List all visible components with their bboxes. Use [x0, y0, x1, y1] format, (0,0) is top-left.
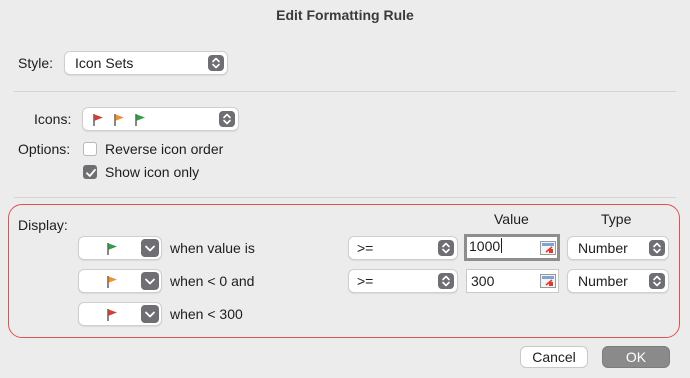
reverse-icon-order-checkbox[interactable]	[83, 142, 97, 156]
orange-flag-icon	[114, 114, 124, 126]
stepper-icon	[219, 111, 235, 127]
style-popup-value: Icon Sets	[75, 55, 134, 71]
icons-label: Icons:	[34, 111, 72, 127]
ok-button[interactable]: OK	[602, 346, 670, 368]
cell-reference-icon[interactable]	[540, 274, 556, 288]
rule-1-operator: >=	[357, 240, 374, 256]
style-label: Style:	[18, 55, 54, 71]
dialog-title: Edit Formatting Rule	[276, 7, 414, 23]
rule-3-condition: when < 300	[170, 306, 243, 322]
rule-2-operator-popup[interactable]: >=	[348, 269, 458, 293]
stepper-icon	[649, 273, 665, 289]
rule-2-value-field[interactable]: 300	[466, 269, 559, 293]
style-popup[interactable]: Icon Sets	[64, 51, 228, 75]
cell-reference-icon[interactable]	[540, 241, 556, 255]
type-column-header: Type	[601, 211, 632, 227]
text-caret	[501, 238, 503, 253]
green-flag-icon	[135, 114, 145, 126]
divider	[14, 91, 676, 92]
stepper-icon	[208, 55, 224, 71]
rule-3-icon-popup[interactable]	[78, 302, 162, 326]
chevron-down-icon	[141, 272, 159, 290]
rule-1-type-popup[interactable]: Number	[567, 236, 669, 260]
rule-2-icon-popup[interactable]	[78, 269, 162, 293]
checkmark-icon	[86, 168, 96, 177]
rule-2-type-popup[interactable]: Number	[567, 269, 669, 293]
show-icon-only-checkbox[interactable]	[83, 165, 97, 179]
rule-2-condition: when < 0 and	[170, 273, 255, 289]
value-column-header: Value	[494, 211, 529, 227]
stepper-icon	[649, 240, 665, 256]
show-icon-only-label: Show icon only	[105, 164, 200, 180]
rule-1-operator-popup[interactable]: >=	[348, 236, 458, 260]
red-flag-icon	[93, 114, 103, 126]
rule-1-icon-popup[interactable]	[78, 236, 162, 260]
green-flag-icon	[107, 243, 117, 255]
cancel-button[interactable]: Cancel	[520, 346, 588, 368]
orange-flag-icon	[107, 276, 117, 288]
rule-2-type: Number	[578, 273, 628, 289]
rule-2-value: 300	[471, 273, 495, 289]
divider	[14, 197, 676, 198]
chevron-down-icon	[141, 239, 159, 257]
rule-1-value-field[interactable]: 1000	[464, 234, 560, 261]
stepper-icon	[438, 273, 454, 289]
rule-2-operator: >=	[357, 273, 374, 289]
chevron-down-icon	[141, 305, 159, 323]
rule-1-type: Number	[578, 240, 628, 256]
rule-1-condition: when value is	[170, 240, 255, 256]
red-flag-icon	[107, 309, 117, 321]
icon-set-popup[interactable]	[82, 107, 239, 131]
options-label: Options:	[18, 141, 71, 157]
stepper-icon	[438, 240, 454, 256]
rule-1-value: 1000	[469, 238, 501, 254]
display-label: Display:	[18, 217, 68, 233]
reverse-icon-order-label: Reverse icon order	[105, 141, 224, 157]
